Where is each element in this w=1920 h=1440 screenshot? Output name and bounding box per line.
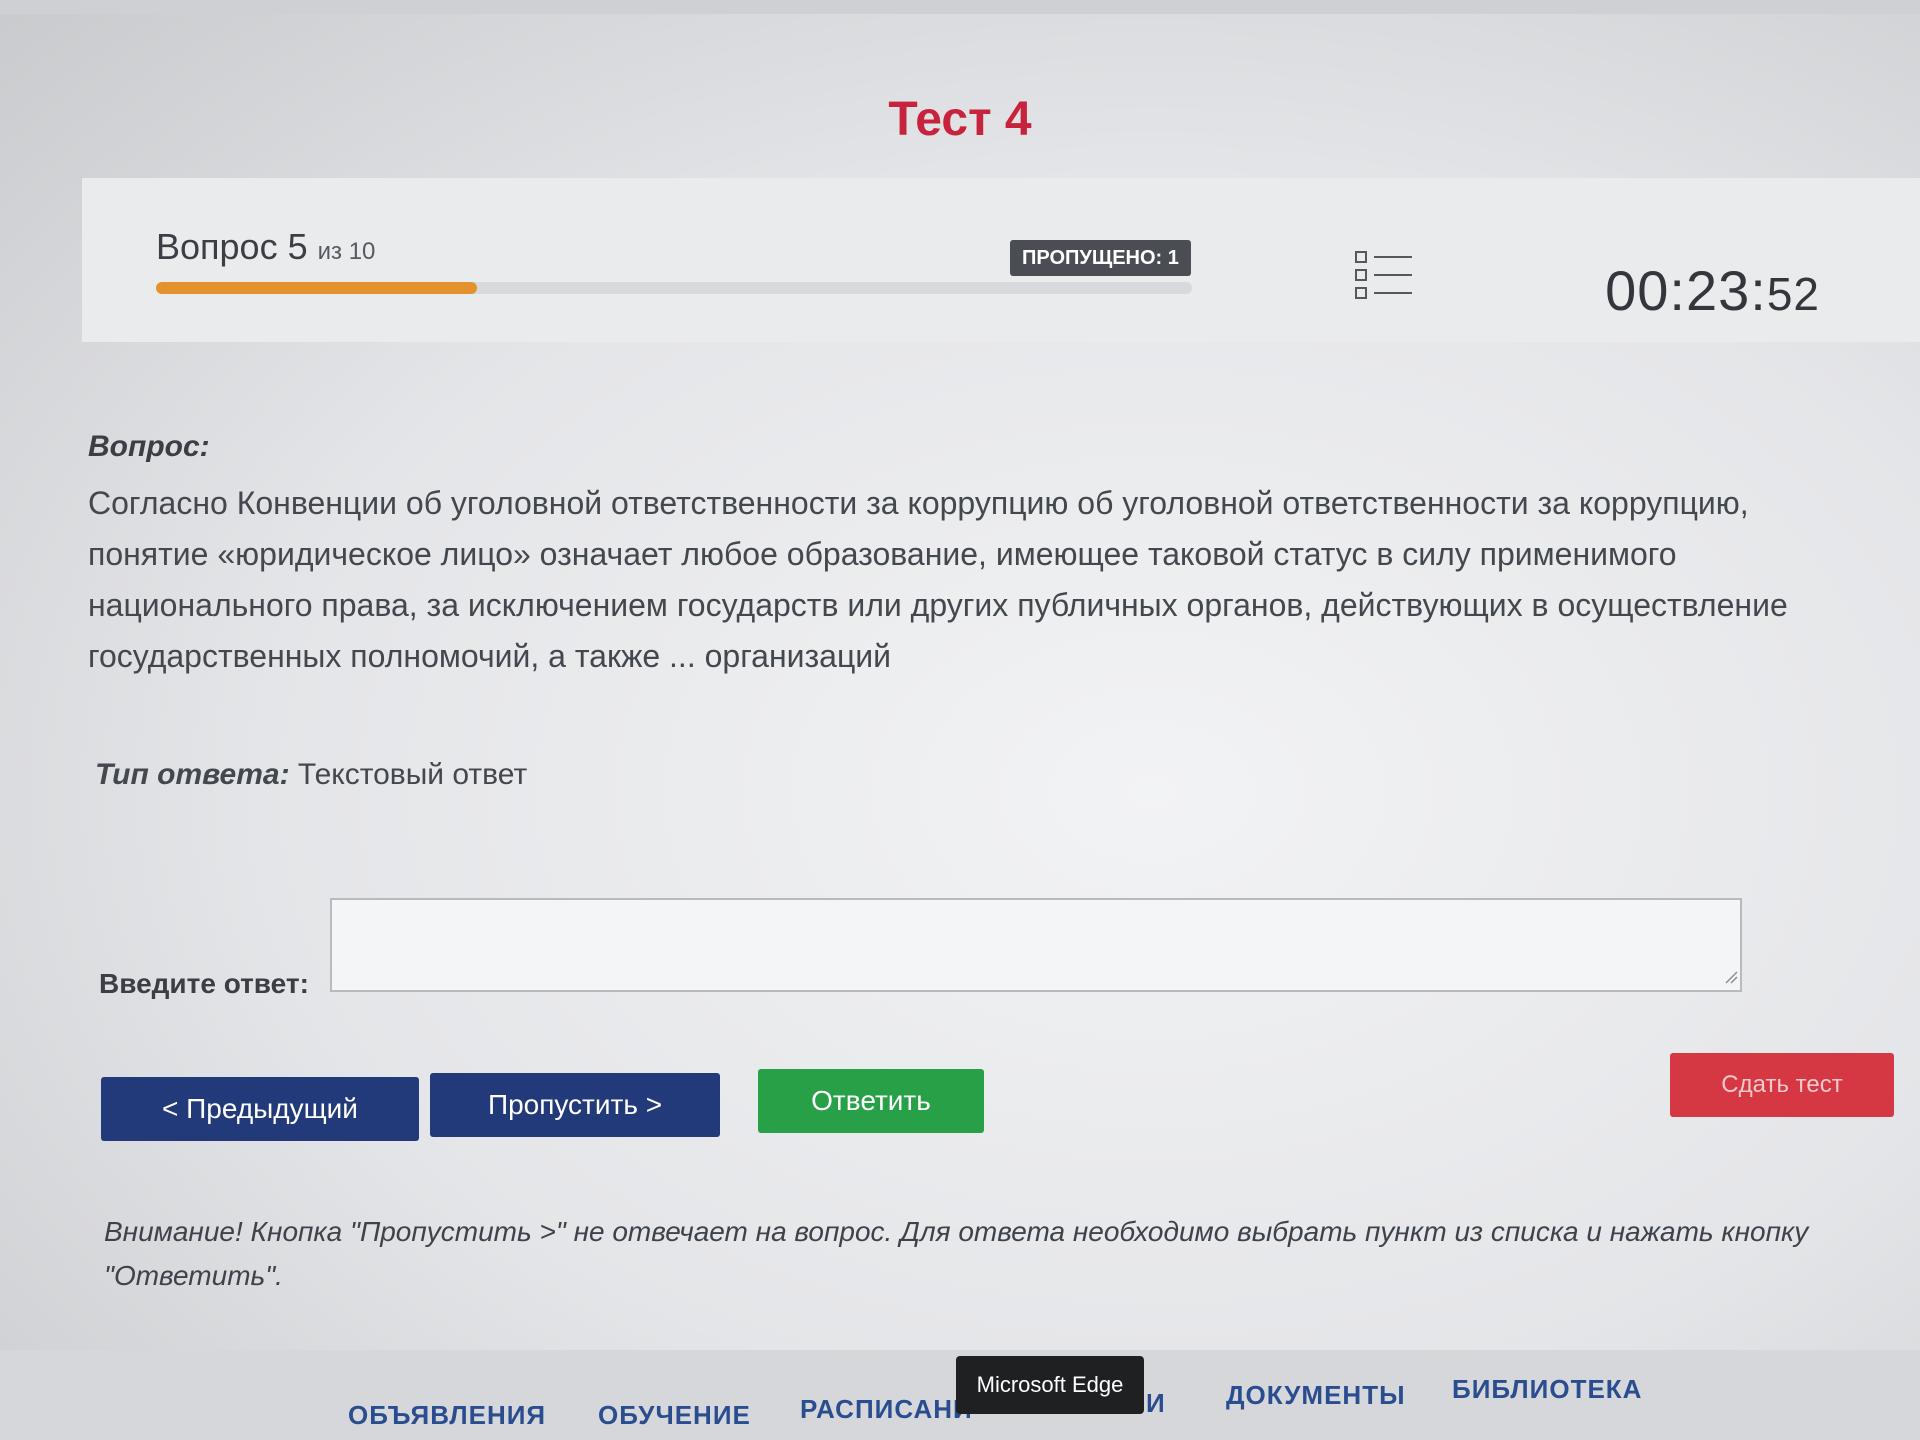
- submit-test-button[interactable]: Сдать тест: [1670, 1053, 1894, 1117]
- answer-input[interactable]: [330, 898, 1742, 992]
- previous-button[interactable]: < Предыдущий: [101, 1077, 419, 1141]
- answer-type-value: Текстовый ответ: [297, 758, 528, 791]
- question-list-icon[interactable]: [1354, 248, 1414, 304]
- question-header-panel: Вопрос 5 из 10 ПРОПУЩЕНО: 1 00:23:52: [82, 178, 1920, 342]
- answer-input-label: Введите ответ:: [99, 968, 309, 999]
- timer-seconds: 52: [1766, 268, 1820, 320]
- test-page: Тест 4 Вопрос 5 из 10 ПРОПУЩЕНО: 1 00:23…: [0, 0, 1920, 1440]
- nav-item-schedule[interactable]: РАСПИСАНИ: [800, 1394, 973, 1425]
- question-counter: Вопрос 5 из 10: [156, 226, 375, 268]
- browser-top-strip: [0, 0, 1920, 14]
- nav-item-education[interactable]: ОБУЧЕНИЕ: [598, 1400, 751, 1431]
- nav-item-library[interactable]: БИБЛИОТЕКА: [1452, 1374, 1642, 1405]
- progress-bar-fill: [156, 282, 478, 294]
- skip-button[interactable]: Пропустить >: [430, 1073, 720, 1137]
- browser-tooltip: Microsoft Edge: [956, 1356, 1144, 1414]
- countdown-timer: 00:23:52: [1605, 258, 1820, 323]
- answer-button[interactable]: Ответить: [758, 1069, 984, 1133]
- question-label: Вопрос:: [88, 430, 210, 463]
- nav-item-announcements[interactable]: ОБЪЯВЛЕНИЯ: [348, 1400, 546, 1431]
- question-text: Согласно Конвенции об уголовной ответств…: [88, 485, 1788, 674]
- answer-type-label: Тип ответа:: [95, 758, 290, 791]
- answer-type: Тип ответа: Текстовый ответ: [95, 758, 527, 792]
- timer-main: 00:23:: [1605, 259, 1767, 322]
- skipped-badge: ПРОПУЩЕНО: 1: [1010, 240, 1191, 276]
- resize-grip-icon[interactable]: [1724, 970, 1738, 984]
- nav-item-documents[interactable]: ДОКУМЕНТЫ: [1226, 1380, 1406, 1411]
- nav-item-schedule-end[interactable]: И: [1146, 1388, 1166, 1419]
- warning-text: Внимание! Кнопка "Пропустить >" не отвеч…: [104, 1216, 1809, 1291]
- question-total: из 10: [317, 238, 376, 265]
- page-title: Тест 4: [888, 93, 1032, 146]
- question-number: Вопрос 5: [156, 226, 308, 267]
- progress-bar: [156, 282, 1192, 294]
